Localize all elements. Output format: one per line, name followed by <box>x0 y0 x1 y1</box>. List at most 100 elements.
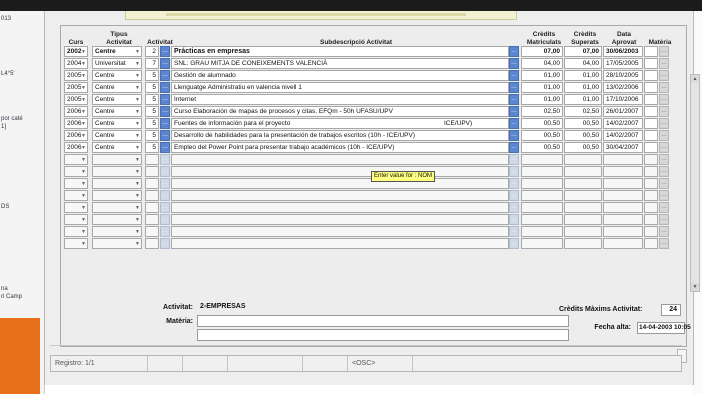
tipus-select[interactable]: ▼ <box>92 190 142 201</box>
chevron-down-icon[interactable]: ▼ <box>81 144 86 153</box>
activitat-field[interactable]: 5 <box>145 70 159 81</box>
data-aprovat-field[interactable] <box>603 214 643 225</box>
list-of-values-icon[interactable]: … <box>160 154 170 165</box>
subdescripcio-field[interactable] <box>171 226 509 237</box>
curs-select[interactable]: 2006 ▼ <box>64 118 88 129</box>
list-of-values-icon[interactable]: … <box>659 106 669 117</box>
curs-select[interactable]: ▼ <box>64 154 88 165</box>
chevron-down-icon[interactable]: ▼ <box>81 132 86 141</box>
list-of-values-icon[interactable]: … <box>659 154 669 165</box>
list-of-values-icon[interactable]: … <box>160 178 170 189</box>
chevron-down-icon[interactable]: ▼ <box>81 156 86 165</box>
curs-select[interactable]: 2006 ▼ <box>64 130 88 141</box>
credits-superats-field[interactable] <box>564 238 602 249</box>
credits-superats-field[interactable] <box>564 202 602 213</box>
list-of-values-icon[interactable]: … <box>160 70 170 81</box>
curs-select[interactable]: ▼ <box>64 226 88 237</box>
tipus-select[interactable]: Centre ▼ <box>92 82 142 93</box>
list-of-values-icon[interactable]: … <box>160 142 170 153</box>
tipus-select[interactable]: ▼ <box>92 226 142 237</box>
list-of-values-icon[interactable]: … <box>509 214 519 225</box>
data-aprovat-field[interactable]: 30/06/2003 <box>603 46 643 57</box>
tipus-select[interactable]: Centre ▼ <box>92 106 142 117</box>
credits-matriculats-field[interactable] <box>521 166 563 177</box>
chevron-down-icon[interactable]: ▼ <box>81 120 86 129</box>
credits-matriculats-field[interactable]: 01,00 <box>521 70 563 81</box>
chevron-down-icon[interactable]: ▼ <box>81 60 86 69</box>
scroll-up-icon[interactable]: ▲ <box>691 75 699 83</box>
tipus-select[interactable]: Centre ▼ <box>92 130 142 141</box>
tipus-select[interactable]: ▼ <box>92 238 142 249</box>
curs-select[interactable]: 2006 ▼ <box>64 106 88 117</box>
list-of-values-icon[interactable]: … <box>160 226 170 237</box>
chevron-down-icon[interactable]: ▼ <box>135 204 140 213</box>
chevron-down-icon[interactable]: ▼ <box>135 48 140 57</box>
credits-matriculats-field[interactable]: 01,00 <box>521 82 563 93</box>
activitat-field[interactable]: 5 <box>145 118 159 129</box>
credits-superats-field[interactable] <box>564 178 602 189</box>
scroll-down-icon[interactable]: ▼ <box>691 283 699 291</box>
list-of-values-icon[interactable]: … <box>659 202 669 213</box>
subdescripcio-field[interactable]: Prácticas en empresas <box>171 46 509 57</box>
materia-cell[interactable] <box>644 214 658 225</box>
list-of-values-icon[interactable]: … <box>160 190 170 201</box>
materia-cell[interactable] <box>644 58 658 69</box>
chevron-down-icon[interactable]: ▼ <box>81 84 86 93</box>
curs-select[interactable]: 2006 ▼ <box>64 142 88 153</box>
list-of-values-icon[interactable]: … <box>659 46 669 57</box>
data-aprovat-field[interactable] <box>603 226 643 237</box>
materia-cell[interactable] <box>644 190 658 201</box>
chevron-down-icon[interactable]: ▼ <box>81 168 86 177</box>
subdescripcio-field[interactable]: SNL: GRAU MITJA DE CONEIXEMENTS VALENCIÀ <box>171 58 509 69</box>
credits-superats-field[interactable]: 07,00 <box>564 46 602 57</box>
materia-cell[interactable] <box>644 70 658 81</box>
list-of-values-icon[interactable]: … <box>659 82 669 93</box>
materia-cell[interactable] <box>644 94 658 105</box>
list-of-values-icon[interactable]: … <box>509 46 519 57</box>
tipus-select[interactable]: ▼ <box>92 166 142 177</box>
tipus-select[interactable]: Centre ▼ <box>92 142 142 153</box>
list-of-values-icon[interactable]: … <box>160 46 170 57</box>
materia-cell[interactable] <box>644 178 658 189</box>
activitat-field[interactable]: 2 <box>145 46 159 57</box>
subdescripcio-field[interactable]: Internet <box>171 94 509 105</box>
list-of-values-icon[interactable]: … <box>160 202 170 213</box>
chevron-down-icon[interactable]: ▼ <box>135 144 140 153</box>
data-aprovat-field[interactable]: 14/02/2007 <box>603 118 643 129</box>
list-of-values-icon[interactable]: … <box>509 178 519 189</box>
activitat-field[interactable] <box>145 190 159 201</box>
chevron-down-icon[interactable]: ▼ <box>81 96 86 105</box>
list-of-values-icon[interactable]: … <box>659 166 669 177</box>
curs-select[interactable]: 2005 ▼ <box>64 94 88 105</box>
curs-select[interactable]: 2005 ▼ <box>64 82 88 93</box>
credits-matriculats-field[interactable] <box>521 238 563 249</box>
chevron-down-icon[interactable]: ▼ <box>135 120 140 129</box>
chevron-down-icon[interactable]: ▼ <box>135 108 140 117</box>
chevron-down-icon[interactable]: ▼ <box>135 72 140 81</box>
chevron-down-icon[interactable]: ▼ <box>135 168 140 177</box>
credits-superats-field[interactable] <box>564 190 602 201</box>
list-of-values-icon[interactable]: … <box>509 118 519 129</box>
activitat-field[interactable]: 5 <box>145 142 159 153</box>
credits-matriculats-field[interactable] <box>521 178 563 189</box>
subdescripcio-field[interactable]: Desarrollo de habilidades para la presen… <box>171 130 509 141</box>
chevron-down-icon[interactable]: ▼ <box>81 48 86 57</box>
credits-superats-field[interactable] <box>564 226 602 237</box>
chevron-down-icon[interactable]: ▼ <box>81 108 86 117</box>
grid-scrollbar[interactable]: ▲ ▼ <box>690 74 700 292</box>
tipus-select[interactable]: ▼ <box>92 154 142 165</box>
activitat-field[interactable] <box>145 238 159 249</box>
credits-superats-field[interactable]: 00,50 <box>564 142 602 153</box>
subdescripcio-field[interactable] <box>171 190 509 201</box>
curs-select[interactable]: ▼ <box>64 190 88 201</box>
materia-cell[interactable] <box>644 202 658 213</box>
materia-field[interactable] <box>197 315 569 327</box>
data-aprovat-field[interactable] <box>603 190 643 201</box>
credits-superats-field[interactable]: 01,00 <box>564 94 602 105</box>
materia-cell[interactable] <box>644 82 658 93</box>
credits-superats-field[interactable]: 02,50 <box>564 106 602 117</box>
materia-description-field[interactable] <box>197 329 569 341</box>
curs-select[interactable]: ▼ <box>64 178 88 189</box>
tipus-select[interactable]: ▼ <box>92 202 142 213</box>
list-of-values-icon[interactable]: … <box>509 58 519 69</box>
